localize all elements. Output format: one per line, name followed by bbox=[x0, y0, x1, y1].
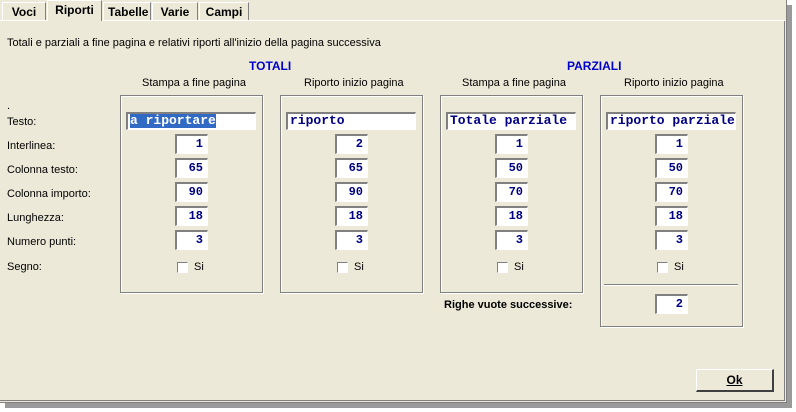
interlinea-input-parziali-stampa[interactable]: 1 bbox=[495, 134, 528, 154]
interlinea-input-totali-stampa[interactable]: 1 bbox=[175, 134, 208, 154]
row-label-segno: Segno: bbox=[7, 261, 42, 273]
tab-campi-label: Campi bbox=[205, 5, 243, 19]
tab-riporti[interactable]: Riporti bbox=[47, 0, 102, 21]
header-riporto-parziali: Riporto inizio pagina bbox=[624, 77, 724, 89]
section-title-totali: TOTALI bbox=[249, 59, 292, 73]
tab-varie-label: Varie bbox=[160, 5, 190, 19]
lunghezza-input-totali-riporto[interactable]: 18 bbox=[335, 206, 368, 226]
testo-input-parziali-stampa[interactable]: Totale parziale bbox=[446, 112, 576, 130]
colonna-importo-input-parziali-stampa[interactable]: 70 bbox=[495, 182, 528, 202]
colonna-importo-input-totali-riporto[interactable]: 90 bbox=[335, 182, 368, 202]
row-label-dot: . bbox=[7, 100, 11, 112]
row-label-testo: Testo: bbox=[7, 116, 37, 128]
header-stampa-parziali: Stampa a fine pagina bbox=[462, 77, 566, 89]
testo-selection: a riportare bbox=[130, 113, 216, 128]
testo-input-totali-stampa[interactable]: a riportare bbox=[126, 112, 256, 130]
row-label-colonna-importo: Colonna importo: bbox=[7, 188, 91, 200]
colonna-testo-input-totali-stampa[interactable]: 65 bbox=[175, 158, 208, 178]
description-text: Totali e parziali a fine pagina e relati… bbox=[7, 37, 381, 49]
numero-punti-input-parziali-stampa[interactable]: 3 bbox=[495, 230, 528, 250]
row-label-interlinea: Interlinea: bbox=[7, 140, 56, 152]
righe-vuote-label: Righe vuote successive: bbox=[444, 299, 573, 311]
tab-voci-label: Voci bbox=[11, 5, 37, 19]
colonna-testo-input-parziali-stampa[interactable]: 50 bbox=[495, 158, 528, 178]
row-label-numero-punti: Numero punti: bbox=[7, 236, 77, 248]
testo-input-totali-riporto[interactable]: riporto bbox=[286, 112, 416, 130]
lunghezza-input-parziali-stampa[interactable]: 18 bbox=[495, 206, 528, 226]
lunghezza-input-totali-stampa[interactable]: 18 bbox=[175, 206, 208, 226]
ok-button-label: Ok bbox=[726, 373, 743, 387]
segno-label-totali-riporto: Si bbox=[354, 261, 364, 273]
segno-label-parziali-stampa: Si bbox=[514, 261, 524, 273]
tab-tabelle[interactable]: Tabelle bbox=[103, 2, 151, 20]
separator bbox=[604, 284, 738, 286]
segno-checkbox-totali-stampa[interactable] bbox=[177, 262, 188, 273]
dialog-window: Voci Riporti Tabelle Varie Campi Totali … bbox=[0, 0, 787, 403]
tab-tabelle-label: Tabelle bbox=[108, 5, 149, 19]
tab-campi[interactable]: Campi bbox=[199, 2, 249, 20]
testo-input-parziali-riporto[interactable]: riporto parziale bbox=[606, 112, 736, 130]
tab-voci[interactable]: Voci bbox=[2, 2, 46, 20]
segno-checkbox-parziali-stampa[interactable] bbox=[497, 262, 508, 273]
segno-label-totali-stampa: Si bbox=[194, 261, 204, 273]
ok-button[interactable]: Ok bbox=[696, 369, 774, 392]
colonna-testo-input-totali-riporto[interactable]: 65 bbox=[335, 158, 368, 178]
colonna-importo-input-parziali-riporto[interactable]: 70 bbox=[655, 182, 688, 202]
tab-riporti-label: Riporti bbox=[55, 3, 94, 17]
interlinea-input-totali-riporto[interactable]: 2 bbox=[335, 134, 368, 154]
section-title-parziali: PARZIALI bbox=[567, 59, 622, 73]
colonna-importo-input-totali-stampa[interactable]: 90 bbox=[175, 182, 208, 202]
lunghezza-input-parziali-riporto[interactable]: 18 bbox=[655, 206, 688, 226]
segno-label-parziali-riporto: Si bbox=[674, 261, 684, 273]
numero-punti-input-parziali-riporto[interactable]: 3 bbox=[655, 230, 688, 250]
header-stampa-totali: Stampa a fine pagina bbox=[142, 77, 246, 89]
righe-vuote-input[interactable]: 2 bbox=[655, 294, 688, 314]
interlinea-input-parziali-riporto[interactable]: 1 bbox=[655, 134, 688, 154]
segno-checkbox-totali-riporto[interactable] bbox=[337, 262, 348, 273]
header-riporto-totali: Riporto inizio pagina bbox=[304, 77, 404, 89]
numero-punti-input-totali-riporto[interactable]: 3 bbox=[335, 230, 368, 250]
row-label-lunghezza: Lunghezza: bbox=[7, 212, 64, 224]
numero-punti-input-totali-stampa[interactable]: 3 bbox=[175, 230, 208, 250]
row-label-colonna-testo: Colonna testo: bbox=[7, 164, 78, 176]
tab-varie[interactable]: Varie bbox=[152, 2, 198, 20]
segno-checkbox-parziali-riporto[interactable] bbox=[657, 262, 668, 273]
colonna-testo-input-parziali-riporto[interactable]: 50 bbox=[655, 158, 688, 178]
